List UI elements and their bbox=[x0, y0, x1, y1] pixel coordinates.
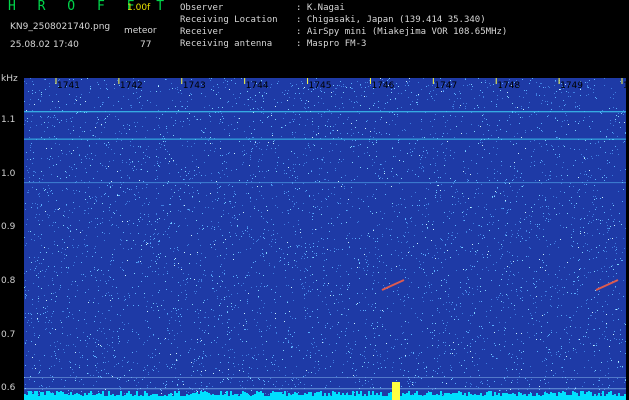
info-location-label: Receiving Location bbox=[180, 15, 278, 25]
info-receiver-label: Receiver bbox=[180, 27, 224, 37]
version-label: 1.00f bbox=[127, 3, 151, 13]
x-tick-label: 1741 bbox=[57, 81, 80, 91]
activity-bar bbox=[24, 382, 626, 400]
mode-label: meteor bbox=[124, 26, 157, 36]
x-tick-label: 1744 bbox=[245, 81, 269, 91]
y-tick-label: 0.6 bbox=[1, 383, 16, 394]
y-tick-label: 0.7 bbox=[1, 329, 16, 340]
info-location-value: : Chigasaki, Japan (139.414 35.340) bbox=[296, 15, 486, 25]
x-tick-label: 1750 bbox=[623, 81, 629, 91]
x-tick-label: 1747 bbox=[434, 81, 458, 91]
x-tick-label: 1745 bbox=[308, 81, 332, 91]
filename-label: KN9_2508021740.png bbox=[10, 22, 111, 32]
x-tick-label: 1746 bbox=[371, 81, 395, 91]
info-observer-label: Observer bbox=[180, 3, 224, 13]
x-tick-label: 1742 bbox=[119, 81, 143, 91]
y-tick-label: 1.0 bbox=[1, 168, 16, 179]
y-axis-label: kHz bbox=[1, 74, 18, 84]
info-antenna-label: Receiving antenna bbox=[180, 39, 273, 49]
info-observer-value: : K.Nagai bbox=[296, 3, 345, 13]
info-antenna-value: : Maspro FM-3 bbox=[296, 39, 367, 49]
count-label: 77 bbox=[140, 40, 152, 50]
meteor-echo bbox=[381, 279, 405, 291]
x-tick-label: 1749 bbox=[560, 81, 584, 91]
y-tick-label: 1.1 bbox=[1, 114, 16, 125]
info-receiver-value: : AirSpy mini (Miakejima VOR 108.65MHz) bbox=[296, 27, 508, 37]
y-tick-label: 0.8 bbox=[1, 275, 16, 286]
noise-speckles bbox=[24, 78, 626, 400]
meteor-echo bbox=[595, 279, 619, 291]
spectrogram-plot bbox=[24, 78, 626, 400]
datetime-label: 25.08.02 17:40 bbox=[10, 40, 79, 50]
header-panel: H R O F F T 1.00f KN9_2508021740.png 25.… bbox=[0, 0, 629, 74]
x-tick-label: 1748 bbox=[497, 81, 521, 91]
x-tick-label: 1743 bbox=[182, 81, 206, 91]
y-tick-label: 0.9 bbox=[1, 222, 16, 233]
